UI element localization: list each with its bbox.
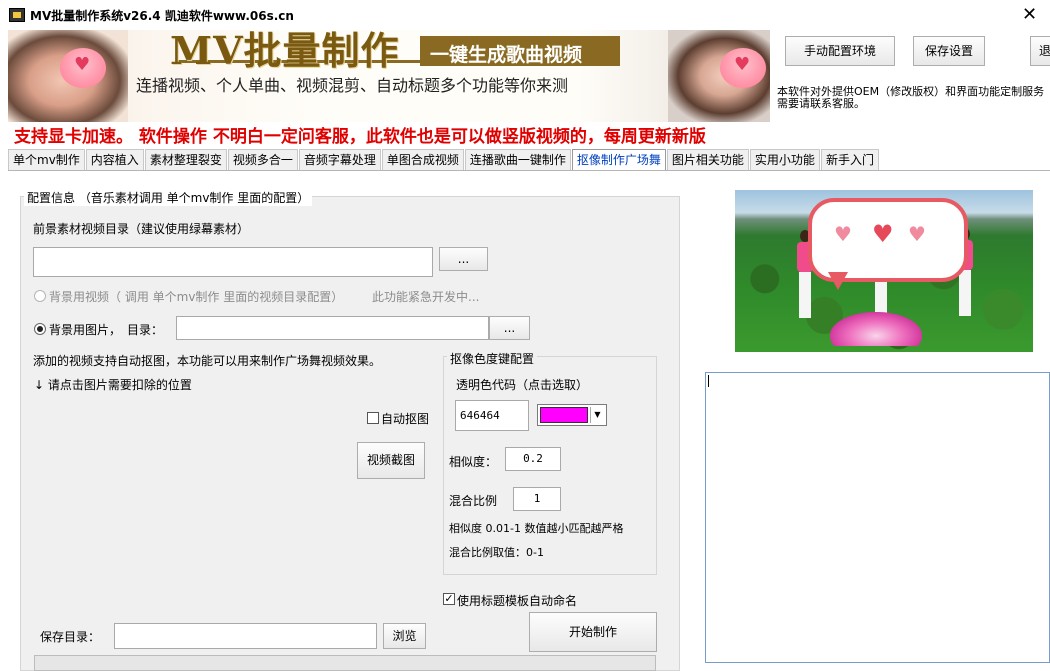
text-caret (708, 375, 709, 387)
speech-bubble: ♥ ♥ ♥ (808, 198, 968, 282)
video-capture-button[interactable]: 视频截图 (357, 442, 425, 479)
tab-continuous-songs[interactable]: 连播歌曲一键制作 (464, 149, 571, 171)
foreground-dir-input[interactable] (33, 247, 433, 277)
app-icon (9, 8, 25, 22)
save-dir-label: 保存目录： (40, 630, 101, 644)
blend-label: 混合比例 (449, 494, 498, 508)
save-settings-button[interactable]: 保存设置 (913, 36, 985, 66)
banner-title: MV批量制作 (170, 28, 400, 73)
close-icon[interactable]: ✕ (1022, 4, 1037, 25)
click-hint: ↓ 请点击图片需要扣除的位置 (34, 378, 192, 392)
tab-chroma-square-dance[interactable]: 抠像制作广场舞 (571, 149, 666, 171)
lotus-flower (830, 312, 922, 346)
tab-material-fission[interactable]: 素材整理裂变 (144, 149, 227, 171)
save-dir-input[interactable] (114, 623, 377, 649)
dropdown-arrow-icon[interactable]: ▼ (590, 407, 604, 423)
transparent-color-label: 透明色代码（点击选取） (456, 378, 589, 392)
tab-beginner-guide[interactable]: 新手入门 (820, 149, 879, 171)
bg-image-radio[interactable] (34, 323, 46, 335)
similarity-label: 相似度： (449, 455, 498, 469)
bg-video-label: 背景用视频（ 调用 单个mv制作 里面的视频目录配置） (49, 290, 344, 304)
oem-note: 本软件对外提供OEM（修改版权）和界面功能定制服务 需要请联系客服。 (777, 86, 1049, 110)
foreground-browse-button[interactable]: ... (439, 247, 488, 271)
tab-content-embed[interactable]: 内容植入 (85, 149, 144, 171)
tab-single-mv[interactable]: 单个mv制作 (8, 149, 85, 171)
speech-bubble-tail (828, 272, 848, 290)
exit-button[interactable]: 退 (1030, 36, 1050, 66)
configure-environment-button[interactable]: 手动配置环境 (785, 36, 895, 66)
tab-divider (8, 170, 1050, 171)
blend-input[interactable]: 1 (513, 487, 561, 511)
tab-video-merge[interactable]: 视频多合一 (227, 149, 298, 171)
title-template-checkbox[interactable]: ✓ (443, 593, 455, 605)
foreground-dir-label: 前景素材视频目录（建议使用绿幕素材） (33, 222, 250, 236)
log-textarea[interactable] (705, 372, 1050, 663)
color-swatch (540, 407, 588, 423)
tab-bar: 单个mv制作 内容植入 素材整理裂变 视频多合一 音频字幕处理 单图合成视频 连… (8, 149, 880, 171)
banner-subtitle: 连播视频、个人单曲、视频混剪、自动标题多个功能等你来测 (136, 76, 569, 95)
heart-icon: ♥ (834, 222, 852, 246)
heart-icon (720, 48, 766, 88)
bg-dir-label: 目录： (127, 323, 164, 337)
bg-image-dir-input[interactable] (176, 316, 489, 340)
heart-icon: ♥ (872, 220, 894, 248)
similarity-input[interactable]: 0.2 (505, 447, 561, 471)
color-code-input[interactable]: 646464 (455, 400, 529, 431)
tab-image-functions[interactable]: 图片相关功能 (666, 149, 749, 171)
dev-note: 此功能紧急开发中... (372, 290, 480, 304)
config-caption: 配置信息 （音乐素材调用 单个mv制作 里面的配置） (24, 189, 313, 206)
tab-audio-subtitle[interactable]: 音频字幕处理 (298, 149, 381, 171)
title-template-label: 使用标题模板自动命名 (457, 594, 578, 608)
similarity-hint: 相似度 0.01-1 数值越小匹配越严格 (449, 522, 624, 535)
heart-icon: ♥ (908, 222, 926, 246)
start-button[interactable]: 开始制作 (529, 612, 657, 652)
blend-hint: 混合比例取值：0-1 (449, 546, 544, 559)
oem-note-line: 需要请联系客服。 (777, 97, 865, 110)
bg-video-radio[interactable] (34, 290, 46, 302)
bg-image-browse-button[interactable]: ... (489, 316, 530, 340)
browse-button[interactable]: 浏览 (383, 623, 426, 649)
auto-matte-checkbox[interactable] (367, 412, 379, 424)
banner-slogan: 一键生成歌曲视频 (430, 44, 583, 66)
info-text: 添加的视频支持自动抠图，本功能可以用来制作广场舞视频效果。 (33, 354, 382, 368)
chroma-caption: 抠像色度键配置 (447, 350, 538, 367)
tab-single-image-video[interactable]: 单图合成视频 (381, 149, 464, 171)
notice-text: 支持显卡加速。 软件操作 不明白一定问客服，此软件也是可以做竖版视频的，每周更新… (14, 127, 706, 146)
heart-icon (60, 48, 106, 88)
auto-matte-label: 自动抠图 (381, 412, 430, 426)
bg-image-label: 背景用图片， (49, 323, 122, 337)
tab-utilities[interactable]: 实用小功能 (749, 149, 820, 171)
progress-bar (34, 655, 656, 671)
